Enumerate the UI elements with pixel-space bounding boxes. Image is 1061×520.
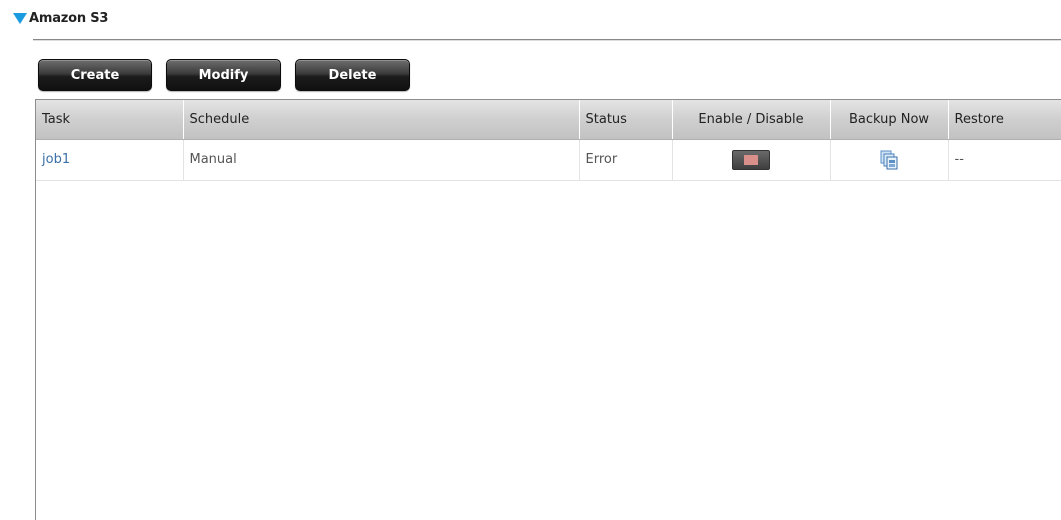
column-header-restore[interactable]: Restore xyxy=(948,100,1061,140)
column-header-task[interactable]: Task xyxy=(36,100,184,140)
cell-enable-disable xyxy=(672,139,831,181)
task-table: Task Schedule Status Enable / Disable Ba… xyxy=(36,100,1061,181)
column-header-enable-disable[interactable]: Enable / Disable xyxy=(672,100,831,140)
create-button[interactable]: Create xyxy=(38,59,152,91)
cell-schedule: Manual xyxy=(183,139,580,181)
delete-button[interactable]: Delete xyxy=(295,59,410,91)
table-header-row: Task Schedule Status Enable / Disable Ba… xyxy=(36,100,1061,140)
cell-backup-now xyxy=(830,139,949,181)
section-divider xyxy=(33,39,1061,40)
enable-toggle[interactable] xyxy=(732,149,770,170)
cell-status: Error xyxy=(579,139,673,181)
column-header-status[interactable]: Status xyxy=(579,100,673,140)
table-row[interactable]: job1 Manual Error -- xyxy=(36,139,1061,181)
cell-restore: -- xyxy=(948,139,1061,181)
column-header-schedule[interactable]: Schedule xyxy=(183,100,580,140)
toggle-indicator xyxy=(744,154,758,165)
collapse-triangle-icon[interactable] xyxy=(13,13,27,24)
column-header-backup-now[interactable]: Backup Now xyxy=(830,100,949,140)
task-grid: Task Schedule Status Enable / Disable Ba… xyxy=(35,99,1061,520)
cell-task[interactable]: job1 xyxy=(36,139,184,181)
backup-copy-icon[interactable] xyxy=(880,150,898,170)
section-title: Amazon S3 xyxy=(29,10,109,26)
toolbar: Create Modify Delete xyxy=(38,59,424,91)
section-header[interactable]: Amazon S3 xyxy=(13,8,108,28)
modify-button[interactable]: Modify xyxy=(166,59,281,91)
